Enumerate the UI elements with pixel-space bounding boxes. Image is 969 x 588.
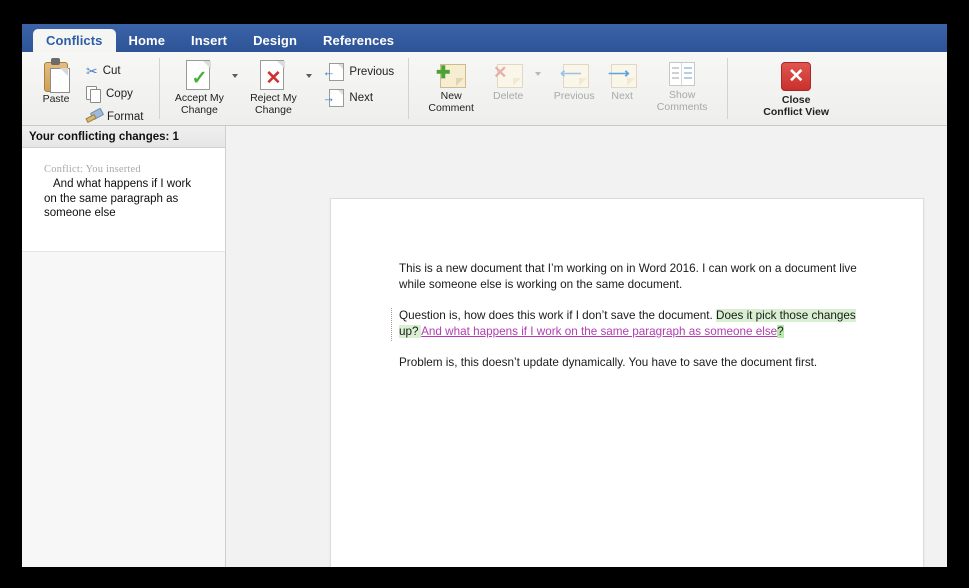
- delete-comment-chevron-down-icon: [535, 72, 542, 76]
- paragraph-2-run-1: Question is, how does this work if I don…: [399, 309, 717, 322]
- ribbon-tabbar: Conflicts Home Insert Design References: [22, 24, 947, 52]
- show-comments-label: Show Comments: [656, 89, 708, 113]
- page-x-icon: ✕: [260, 60, 286, 91]
- copy-pages-icon: [86, 85, 101, 103]
- paragraph-3: Problem is, this doesn’t update dynamica…: [399, 355, 869, 371]
- word-window: Conflicts Home Insert Design References …: [22, 24, 947, 567]
- close-x-icon: ✕: [781, 62, 812, 91]
- changes-nav-commands: ← Previous → Next: [322, 61, 394, 108]
- ribbon-group-comments: ✚ New Comment ✕ Delete ⟵ Previous ⟶ Next…: [409, 52, 713, 125]
- close-conflict-view-label: Close Conflict View: [763, 94, 830, 118]
- conflict-kind-label: Conflict: You inserted: [44, 164, 141, 175]
- reject-my-change-label: Reject My Change: [250, 92, 297, 116]
- paragraph-1-run-1: This is a new document that I’m working …: [399, 262, 857, 291]
- format-painter-icon: [85, 107, 105, 124]
- document-canvas[interactable]: This is a new document that I’m working …: [226, 126, 947, 567]
- page-arrow-left-icon: ←: [322, 62, 345, 81]
- next-change-button[interactable]: → Next: [322, 87, 394, 108]
- format-painter-button[interactable]: Format: [85, 106, 144, 127]
- conflicts-pane: Your conflicting changes: 1 Conflict: Yo…: [22, 126, 226, 567]
- ribbon-group-clipboard: Paste ✂ Cut Copy Format: [22, 52, 143, 125]
- document-page[interactable]: This is a new document that I’m working …: [330, 198, 924, 567]
- delete-comment-label: Delete: [492, 90, 524, 102]
- note-arrow-left-icon: ⟵: [559, 62, 590, 89]
- previous-change-label: Previous: [349, 65, 395, 78]
- conflicts-pane-header: Your conflicting changes: 1: [22, 126, 225, 148]
- accept-my-change-label: Accept My Change: [174, 92, 224, 116]
- close-conflict-view-button[interactable]: ✕ Close Conflict View: [750, 62, 842, 118]
- page-check-icon: ✓: [186, 60, 212, 91]
- paragraph-2-run-4-insertion: And what happens if I work on the same p…: [421, 324, 778, 338]
- scissors-icon: ✂: [86, 62, 98, 79]
- ribbon-group-changes: ✓ Accept My Change ✕ Reject My Change ← …: [160, 52, 394, 125]
- cut-label: Cut: [102, 64, 121, 77]
- next-change-label: Next: [349, 91, 374, 104]
- paragraph-2-run-5-highlight: ?: [777, 324, 784, 338]
- clipboard-secondary-commands: ✂ Cut Copy Format: [85, 60, 144, 127]
- page-arrow-right-icon: →: [322, 88, 345, 107]
- show-comments-button: Show Comments: [651, 62, 713, 113]
- tab-home[interactable]: Home: [116, 30, 179, 52]
- conflict-text: And what happens if I work on the same p…: [44, 178, 192, 219]
- next-comment-button: ⟶ Next: [601, 62, 643, 103]
- copy-button[interactable]: Copy: [86, 83, 143, 104]
- delete-comment-button: ✕ Delete: [485, 62, 531, 103]
- tab-references[interactable]: References: [310, 30, 407, 52]
- reject-my-change-chevron-down-icon[interactable]: [306, 74, 313, 78]
- previous-comment-button: ⟵ Previous: [547, 62, 601, 103]
- paste-label: Paste: [42, 93, 70, 105]
- tab-design[interactable]: Design: [240, 30, 310, 52]
- paragraph-1: This is a new document that I’m working …: [399, 261, 869, 292]
- paragraph-3-run-1: Problem is, this doesn’t update dynamica…: [399, 356, 818, 369]
- ribbon-toolbar: Paste ✂ Cut Copy Format ✓ Accept My Chan…: [22, 52, 947, 126]
- next-comment-label: Next: [611, 90, 633, 102]
- reject-my-change-button[interactable]: ✕ Reject My Change: [244, 60, 302, 116]
- accept-my-change-button[interactable]: ✓ Accept My Change: [170, 60, 228, 116]
- comments-pane-icon: [667, 62, 697, 88]
- previous-change-button[interactable]: ← Previous: [322, 61, 394, 82]
- note-arrow-right-icon: ⟶: [607, 62, 638, 89]
- previous-comment-label: Previous: [553, 90, 595, 102]
- note-plus-icon: ✚: [436, 62, 467, 89]
- document-text[interactable]: This is a new document that I’m working …: [391, 261, 869, 387]
- new-comment-button[interactable]: ✚ New Comment: [423, 62, 479, 114]
- tab-insert[interactable]: Insert: [178, 30, 240, 52]
- copy-label: Copy: [106, 87, 133, 100]
- tab-conflicts[interactable]: Conflicts: [33, 29, 116, 52]
- cut-button[interactable]: ✂ Cut: [86, 60, 143, 81]
- new-comment-label: New Comment: [428, 90, 474, 114]
- conflict-card[interactable]: Conflict: You inserted And what happens …: [22, 148, 225, 252]
- screen: Conflicts Home Insert Design References …: [0, 0, 969, 588]
- ribbon-group-close: ✕ Close Conflict View: [728, 52, 842, 125]
- conflicts-count-label: Your conflicting changes: 1: [29, 130, 179, 143]
- clipboard-icon: [42, 58, 70, 93]
- note-x-icon: ✕: [493, 62, 524, 89]
- format-label: Format: [107, 110, 144, 123]
- paste-button[interactable]: Paste: [30, 58, 82, 106]
- accept-my-change-chevron-down-icon[interactable]: [232, 74, 239, 78]
- paragraph-2: Question is, how does this work if I don…: [391, 308, 869, 341]
- window-body: Your conflicting changes: 1 Conflict: Yo…: [22, 126, 947, 567]
- change-bar: [391, 308, 393, 341]
